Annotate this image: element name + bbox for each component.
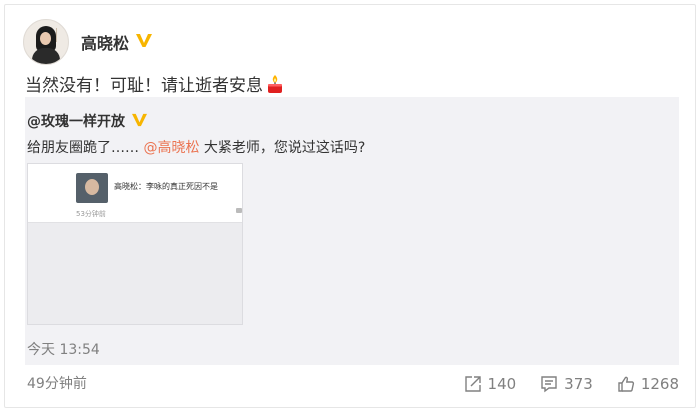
post-footer: 49分钟前 140 373 1268 [25,373,679,395]
like-button[interactable]: 1268 [617,375,679,393]
share-icon [464,376,481,392]
repost-image-thumbnail[interactable]: 高晓松：李咏的真正死因不是 53分钟前 [27,163,243,325]
repost-text: 给朋友圈跪了…… @高晓松 大紧老师，您说过这话吗? [27,137,365,157]
post-content: 当然没有！可耻！请让逝者安息 [25,71,284,96]
mention-link[interactable]: @高晓松 [143,140,199,156]
repost-author[interactable]: @玫瑰一样开放 [27,111,148,131]
post-timestamp[interactable]: 49分钟前 [27,373,87,393]
comment-count: 373 [564,375,593,393]
thumbs-up-icon [618,376,634,392]
author-name[interactable]: 高晓松 [81,30,129,54]
screenshot-avatar [76,173,108,203]
author-avatar[interactable] [23,19,69,65]
screenshot-comment-icon [236,208,242,213]
weibo-post-card: 高晓松 当然没有！可耻！请让逝者安息 @玫瑰一样开放 给朋友圈跪了…… @高晓松… [4,4,696,408]
verified-v-icon [131,112,148,131]
action-bar: 140 373 1268 [440,373,679,395]
verified-v-icon [135,32,153,52]
share-button[interactable]: 140 [464,375,517,393]
comment-icon [541,376,557,393]
post-text: 当然没有！可耻！请让逝者安息 [25,76,263,96]
repost-author-name[interactable]: @玫瑰一样开放 [27,111,125,131]
repost-text-prefix: 给朋友圈跪了…… [27,140,144,156]
repost-block[interactable]: @玫瑰一样开放 给朋友圈跪了…… @高晓松 大紧老师，您说过这话吗? 高晓松：李… [25,97,679,365]
screenshot-card: 高晓松：李咏的真正死因不是 53分钟前 [28,164,242,222]
share-count: 140 [487,375,517,393]
divider [28,222,242,223]
candle-icon [266,74,284,94]
post-header: 高晓松 [23,19,153,65]
like-count: 1268 [640,375,679,393]
comment-button[interactable]: 373 [540,375,593,393]
repost-text-suffix: 大紧老师，您说过这话吗? [199,140,366,156]
repost-timestamp[interactable]: 今天 13:54 [27,339,100,359]
screenshot-text: 高晓松：李咏的真正死因不是 [114,182,218,191]
screenshot-time: 53分钟前 [76,210,106,218]
